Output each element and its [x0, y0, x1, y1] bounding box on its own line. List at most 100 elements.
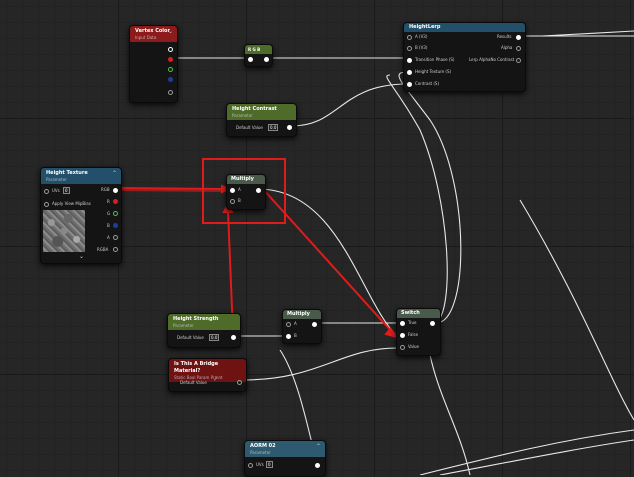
- multiply-top-header: Multiply: [227, 175, 265, 184]
- node-title: AORM 02: [250, 443, 276, 449]
- node-title: Vertex Color: [135, 28, 170, 34]
- height-texture-pin[interactable]: [407, 70, 412, 75]
- rgba-output-pin[interactable]: [113, 247, 118, 252]
- vertex-color-header[interactable]: Vertex Color Input Data ⌄: [130, 26, 177, 42]
- node-title: Height Contrast: [232, 106, 277, 112]
- default-value-label: Default Value: [236, 125, 263, 130]
- input-b-label: B (V3): [415, 45, 428, 50]
- red-arrow-texture-line-2: [115, 189, 223, 192]
- node-title: Height Texture: [46, 170, 88, 176]
- multiply-node-bottom[interactable]: Multiply A B: [282, 309, 322, 344]
- g-output-pin[interactable]: [168, 67, 173, 72]
- height-contrast-header: Height Contrast Parameter: [227, 104, 296, 120]
- a-output-label: A: [107, 235, 110, 240]
- wire-contrast-to-lerp: [291, 83, 409, 127]
- alpha-pin[interactable]: [516, 46, 521, 51]
- chevron-up-icon[interactable]: ⌃: [112, 170, 117, 177]
- input-b-pin[interactable]: [286, 334, 291, 339]
- input-a-pin[interactable]: [407, 35, 412, 40]
- mask-input-pin[interactable]: [248, 57, 253, 62]
- aorm-header: AORM 02 Parameter ⌃: [245, 441, 325, 457]
- bool-output-pin[interactable]: [237, 380, 242, 385]
- switch-node[interactable]: Switch True False Value: [396, 308, 441, 356]
- results-pin[interactable]: [516, 35, 521, 40]
- mip-bias-pin[interactable]: [44, 202, 49, 207]
- vertex-color-node[interactable]: Vertex Color Input Data ⌄: [129, 25, 178, 103]
- apply-view-mip-bias-label: Apply View MipBias: [52, 201, 91, 206]
- wire-bridge-to-switch: [241, 347, 398, 381]
- a-output-pin[interactable]: [113, 235, 118, 240]
- checkbox-checked-icon[interactable]: ✓: [213, 376, 218, 383]
- rgb-output-pin[interactable]: [168, 47, 173, 52]
- component-mask-label: R G B: [248, 47, 261, 52]
- output-pin[interactable]: [312, 322, 317, 327]
- node-subtitle: Parameter: [46, 177, 67, 182]
- uvs-pin[interactable]: [248, 463, 253, 468]
- contrast-pin[interactable]: [407, 82, 412, 87]
- aorm-02-node[interactable]: AORM 02 Parameter ⌃ UVs 0: [244, 440, 326, 477]
- contrast-output-pin[interactable]: [287, 125, 292, 130]
- true-input-pin[interactable]: [400, 321, 405, 326]
- r-output-pin[interactable]: [168, 57, 173, 62]
- pin-a-label: A: [238, 187, 241, 192]
- node-title: Switch: [401, 310, 420, 316]
- pin-a-label: A: [294, 321, 297, 326]
- wire-switch-to-lerp: [398, 71, 462, 324]
- a-output-pin[interactable]: [168, 90, 173, 95]
- node-title: Multiply: [231, 176, 254, 182]
- strength-output-pin[interactable]: [231, 335, 236, 340]
- height-contrast-node[interactable]: Height Contrast Parameter Default Value …: [226, 103, 297, 137]
- multiply-node-top[interactable]: Multiply A B: [226, 174, 266, 210]
- node-title: HeightLerp: [409, 24, 441, 30]
- value-input-pin[interactable]: [400, 345, 405, 350]
- pin-b-label: B: [238, 198, 241, 203]
- height-strength-node[interactable]: Height Strength Parameter Default Value …: [167, 313, 241, 348]
- wire-switch-loop-2: [386, 74, 448, 324]
- transition-phase-pin[interactable]: [407, 58, 412, 63]
- bridge-material-node[interactable]: Is This A Bridge Material? Static Bool P…: [168, 358, 247, 392]
- uvs-input[interactable]: 0: [266, 461, 273, 468]
- node-title: Height Strength: [173, 316, 219, 322]
- heightlerp-node[interactable]: HeightLerp A (V3) B (V3) Transition Phas…: [403, 22, 526, 92]
- g-output-pin[interactable]: [113, 211, 118, 216]
- b-output-pin[interactable]: [113, 223, 118, 228]
- uvs-pin[interactable]: [44, 189, 49, 194]
- input-a-pin[interactable]: [286, 322, 291, 327]
- input-b-pin[interactable]: [230, 199, 235, 204]
- wire-bottom-2: [429, 354, 471, 475]
- red-arrow-texture-to-multiply: [115, 187, 223, 190]
- b-output-label: B: [107, 223, 110, 228]
- chevron-down-icon[interactable]: ⌄: [168, 28, 173, 35]
- input-b-pin[interactable]: [407, 46, 412, 51]
- lerp-alpha-pin[interactable]: [516, 58, 521, 63]
- input-a-label: A (V3): [415, 34, 428, 39]
- multiply-bottom-header: Multiply: [283, 310, 321, 319]
- lerp-alpha-label: Lerp AlphaNo Contrast: [469, 57, 515, 62]
- true-label: True: [408, 320, 417, 325]
- b-output-pin[interactable]: [168, 77, 173, 82]
- rgba-output-label: RGBA: [97, 247, 109, 252]
- uvs-input[interactable]: 0: [63, 187, 70, 194]
- pin-b-label: B: [294, 333, 297, 338]
- output-pin[interactable]: [256, 188, 261, 193]
- default-value-input[interactable]: 0.0: [268, 124, 279, 131]
- contrast-label: Contrast (S): [415, 81, 440, 86]
- results-label: Results: [497, 34, 512, 39]
- mask-output-pin[interactable]: [264, 57, 269, 62]
- rgb-output-pin[interactable]: [113, 188, 118, 193]
- rgb-output-pin[interactable]: [315, 463, 320, 468]
- default-value-input[interactable]: 0.0: [209, 334, 220, 341]
- component-mask-node[interactable]: R G B: [244, 44, 273, 67]
- rgb-output-label: RGB: [101, 187, 110, 192]
- output-pin[interactable]: [430, 321, 435, 326]
- switch-header: Switch: [397, 309, 440, 318]
- input-a-pin[interactable]: [230, 188, 235, 193]
- chevron-up-icon[interactable]: ⌃: [316, 443, 321, 450]
- false-input-pin[interactable]: [400, 333, 405, 338]
- g-output-label: G: [107, 211, 111, 216]
- height-texture-label: Height Texture (S): [415, 69, 452, 74]
- default-value-label: Default Value: [177, 335, 204, 340]
- r-output-pin[interactable]: [113, 199, 118, 204]
- component-mask-header: R G B: [245, 45, 272, 54]
- chevron-down-icon[interactable]: ⌄: [79, 254, 84, 260]
